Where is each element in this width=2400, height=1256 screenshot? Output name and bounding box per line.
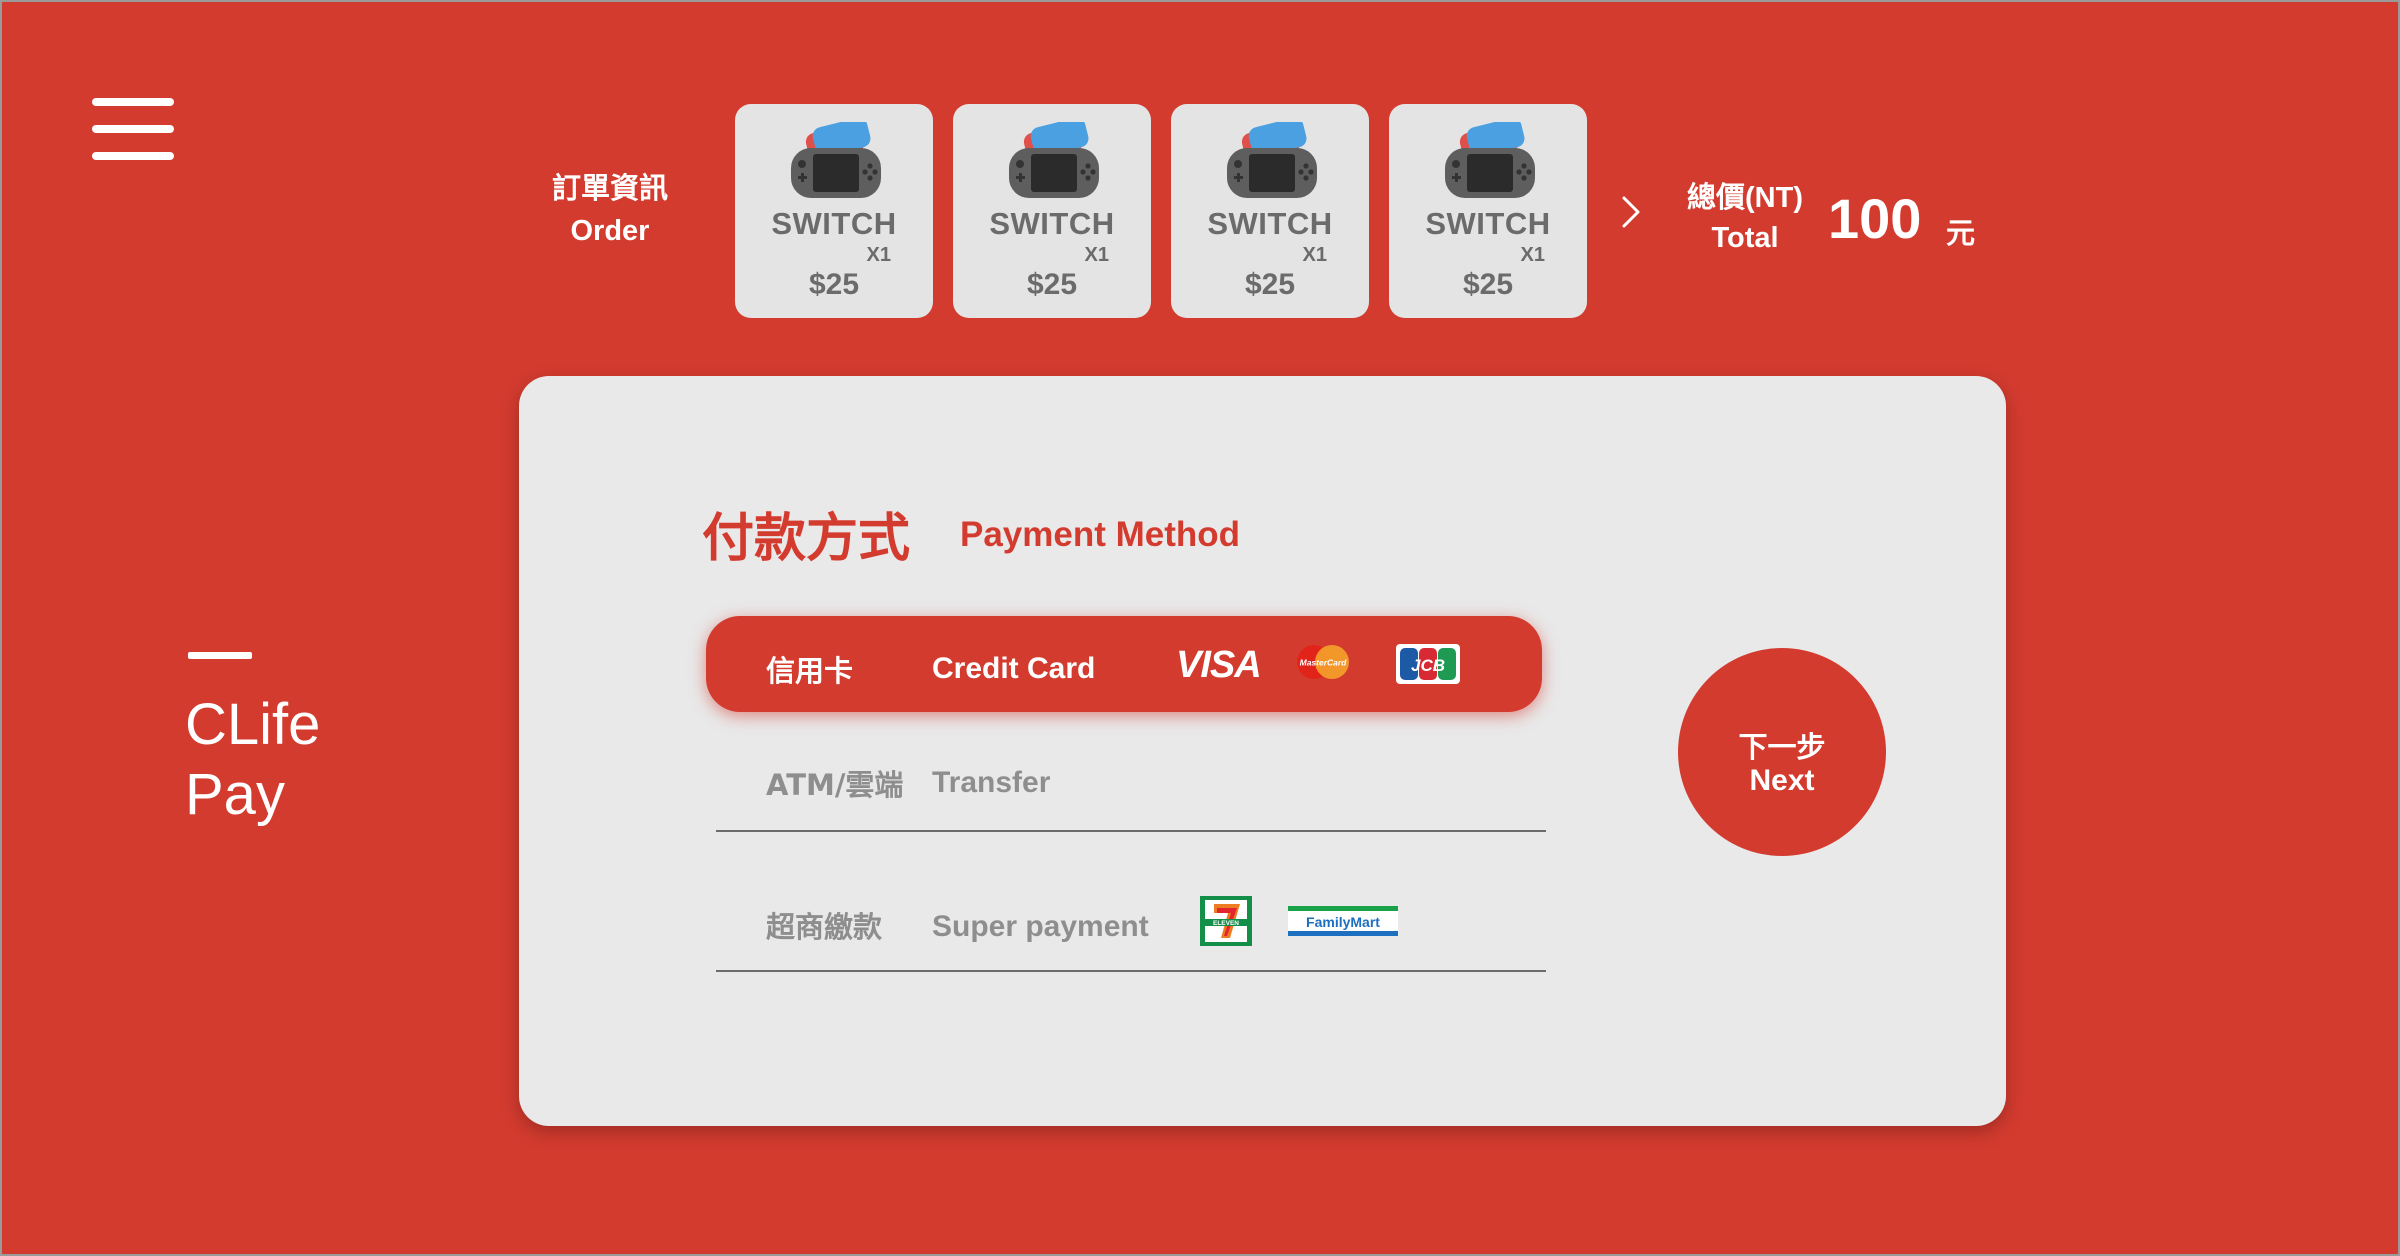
item-quantity: X1 (1520, 244, 1545, 266)
item-name: SWITCH (989, 206, 1115, 241)
order-label: 訂單資訊 Order (540, 168, 680, 252)
currency-unit: 元 (1946, 218, 1976, 250)
game-console-icon (1227, 122, 1317, 198)
visa-logo: VISA (1176, 644, 1262, 686)
familymart-logo: FamilyMart (1288, 906, 1398, 936)
next-label-en: Next (1749, 764, 1815, 797)
order-item[interactable]: SWITCH X1 $25 (953, 104, 1151, 318)
mastercard-logo: MasterCard (1297, 645, 1349, 679)
brand-logo: CLife Pay (185, 690, 320, 830)
brand-dash (188, 652, 252, 659)
item-price: $25 (1244, 268, 1296, 301)
payment-option-transfer[interactable]: ATM/雲端 Transfer (716, 732, 1546, 832)
game-console-icon (1445, 122, 1535, 198)
seven-eleven-text: ELEVEN (1213, 920, 1239, 927)
option-label-en: Super payment (932, 910, 1149, 943)
item-quantity: X1 (1084, 244, 1109, 266)
jcb-text: JCB (1411, 656, 1445, 675)
item-quantity: X1 (1302, 244, 1327, 266)
option-label-zh: ATM/雲端 (766, 768, 904, 802)
brand-line-2: Pay (185, 762, 285, 827)
item-price: $25 (808, 268, 860, 301)
order-item[interactable]: SWITCH X1 $25 (735, 104, 933, 318)
total-label: 總價(NT) Total (1678, 178, 1812, 258)
option-label-zh: 超商繳款 (766, 910, 883, 944)
item-name: SWITCH (1207, 206, 1333, 241)
total-label-zh: 總價(NT) (1687, 182, 1803, 214)
mastercard-text: MasterCard (1300, 658, 1348, 668)
payment-option-credit-card[interactable]: 信用卡 Credit Card VISA MasterCard JCB (706, 616, 1542, 712)
order-item[interactable]: SWITCH X1 $25 (1171, 104, 1369, 318)
chevron-right-icon[interactable] (1614, 192, 1648, 232)
option-label-zh: 信用卡 (766, 654, 854, 688)
option-label-en: Credit Card (932, 652, 1096, 685)
game-console-icon (791, 122, 881, 198)
brand-line-1: CLife (185, 692, 321, 757)
order-item[interactable]: SWITCH X1 $25 (1389, 104, 1587, 318)
next-label-zh: 下一步 (1738, 730, 1826, 764)
hamburger-menu-icon[interactable] (92, 98, 174, 160)
payment-title-en: Payment Method (960, 515, 1241, 554)
total-amount: 100 (1828, 187, 1922, 250)
option-label-en: Transfer (932, 766, 1051, 799)
order-label-zh: 訂單資訊 (551, 173, 668, 205)
payment-option-super-payment[interactable]: 超商繳款 Super payment ELEVEN FamilyMart (716, 872, 1546, 972)
next-button[interactable]: 下一步 Next (1678, 648, 1886, 856)
item-price: $25 (1462, 268, 1514, 301)
order-label-en: Order (570, 215, 650, 247)
item-name: SWITCH (1425, 206, 1551, 241)
item-price: $25 (1026, 268, 1078, 301)
item-quantity: X1 (866, 244, 891, 266)
total-label-en: Total (1711, 222, 1779, 254)
payment-title-zh: 付款方式 (702, 509, 911, 569)
item-name: SWITCH (771, 206, 897, 241)
game-console-icon (1009, 122, 1099, 198)
order-items: SWITCH X1 $25 SWITCH X1 $25 SWITCH X1 $2… (735, 104, 1587, 318)
jcb-logo: JCB (1396, 644, 1460, 684)
familymart-text: FamilyMart (1306, 914, 1380, 930)
seven-eleven-logo: ELEVEN (1200, 896, 1252, 946)
